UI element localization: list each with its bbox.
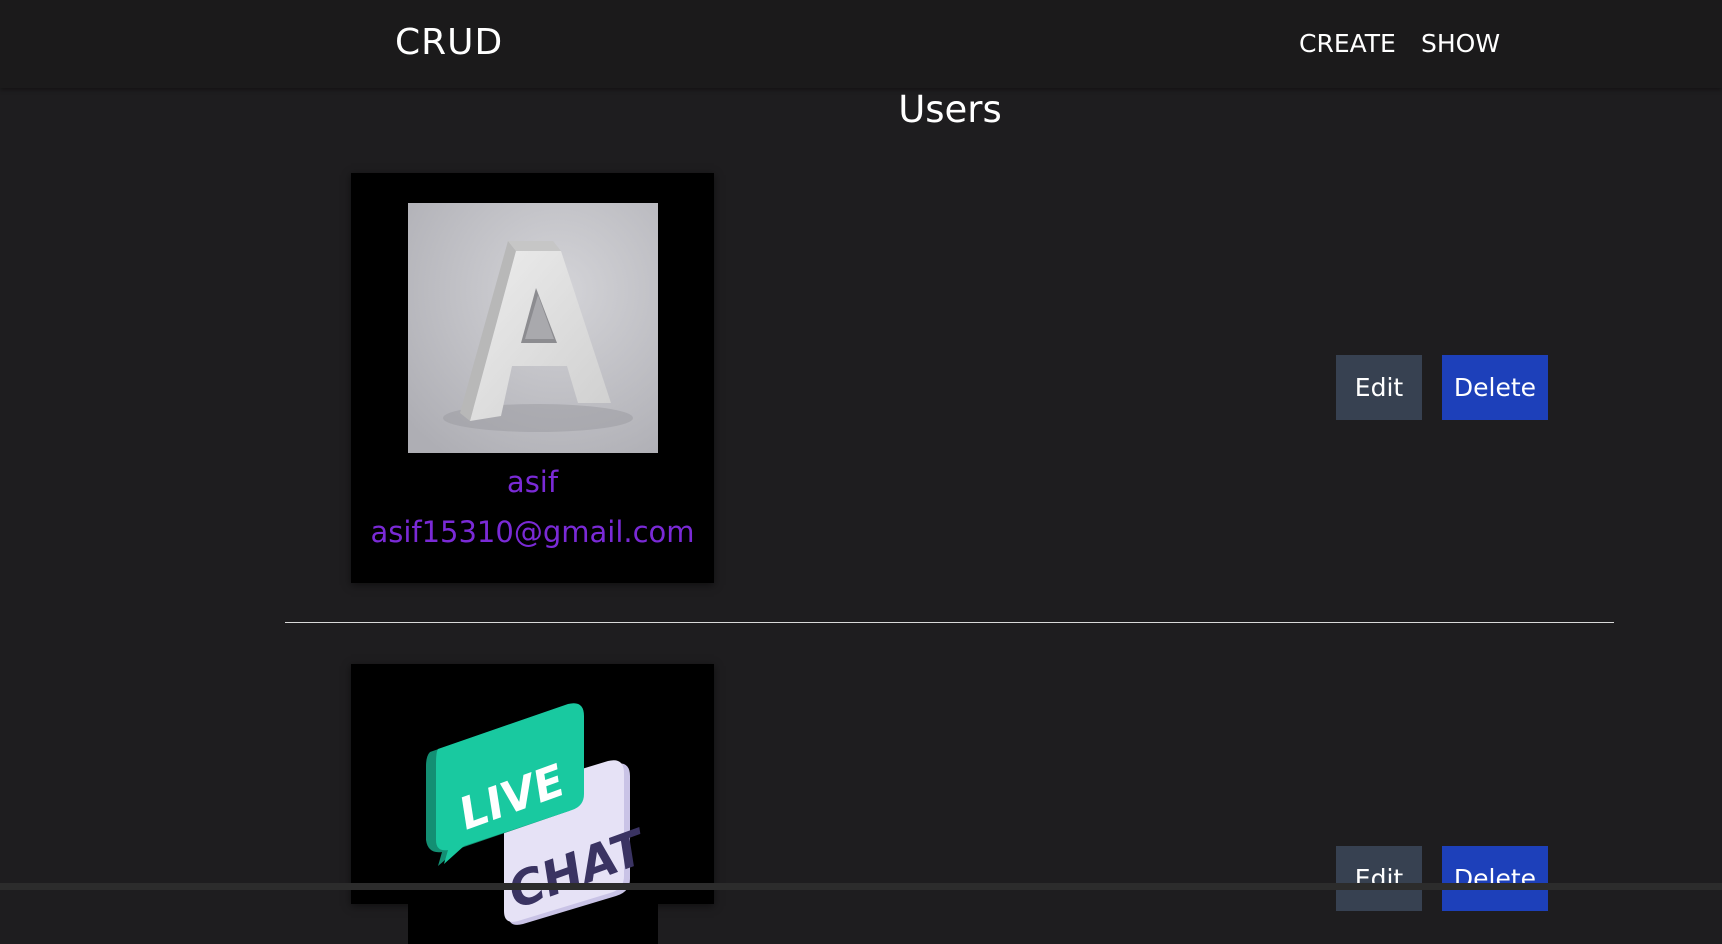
edit-button[interactable]: Edit	[1336, 355, 1422, 420]
edit-button[interactable]: Edit	[1336, 846, 1422, 911]
user-name: asif	[506, 465, 559, 499]
nav-link-create[interactable]: CREATE	[1299, 29, 1396, 58]
delete-button[interactable]: Delete	[1442, 846, 1548, 911]
nav-link-show[interactable]: SHOW	[1421, 29, 1500, 58]
letter-a-photo-icon	[408, 203, 658, 453]
avatar	[408, 203, 658, 453]
user-card: CHAT LIVE	[351, 664, 714, 944]
delete-button[interactable]: Delete	[1442, 355, 1548, 420]
live-chat-icon: CHAT LIVE	[408, 694, 658, 944]
avatar: CHAT LIVE	[408, 694, 658, 944]
page-title: Users	[898, 88, 1002, 131]
brand-logo[interactable]: CRUD	[395, 22, 503, 63]
user-card: asif asif15310@gmail.com	[351, 173, 714, 583]
navbar: CRUD CREATE SHOW	[0, 0, 1722, 88]
user-email: asif15310@gmail.com	[370, 515, 695, 549]
divider	[285, 622, 1614, 623]
horizontal-scrollbar[interactable]	[0, 883, 1722, 890]
